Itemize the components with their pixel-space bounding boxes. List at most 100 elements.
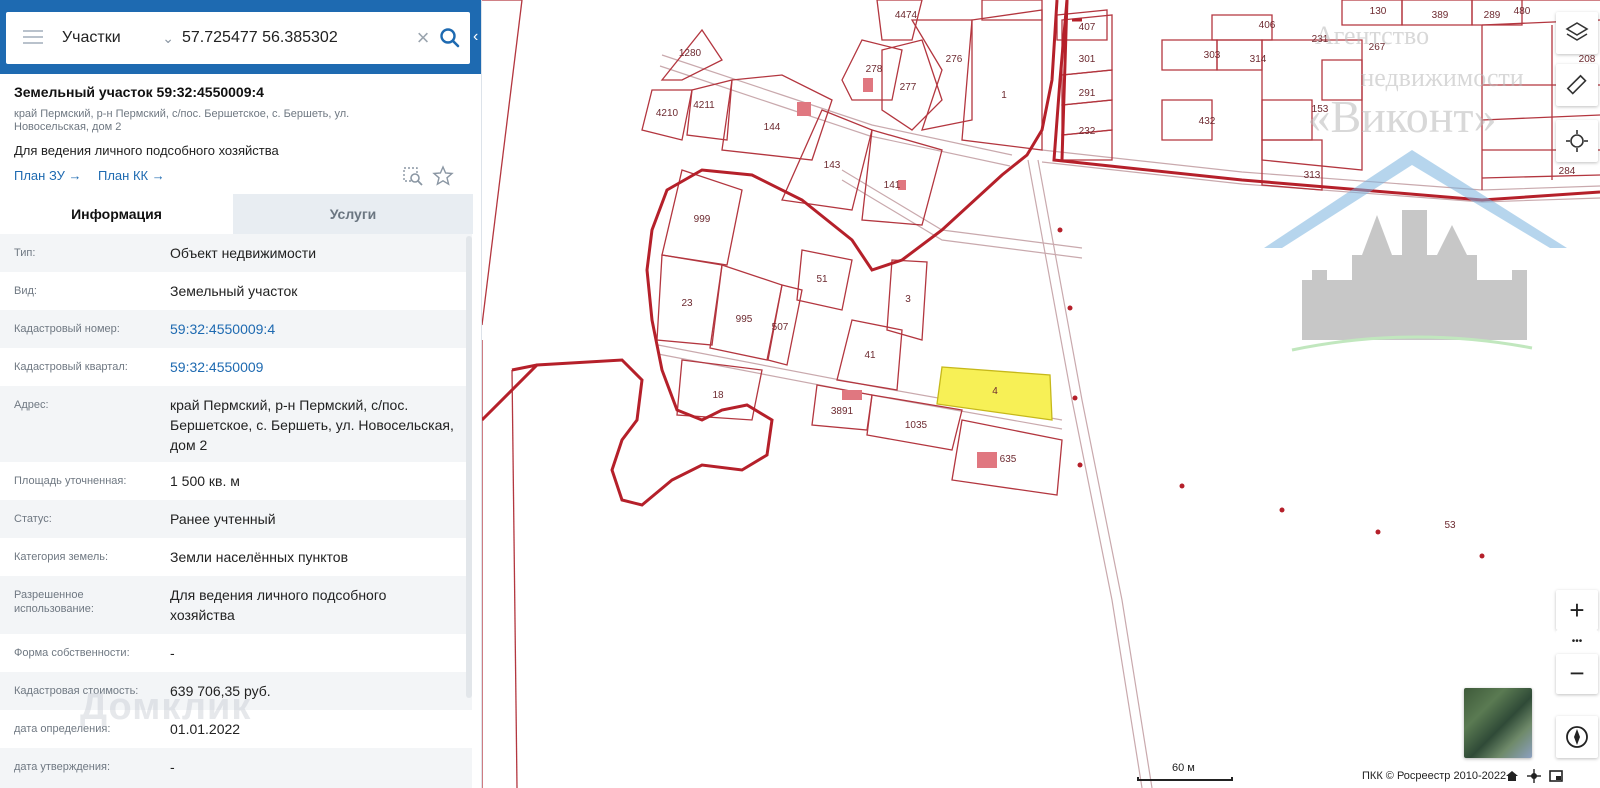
scale-bar [1137,777,1233,781]
parcel-label: 291 [1079,88,1096,99]
prop-key: Площадь уточненная: [14,475,127,487]
prop-row: Статус: Ранее учтенный [0,500,472,538]
parcel-label: 143 [824,160,841,171]
parcel-label: 4211 [693,100,715,111]
object-title: Земельный участок 59:32:4550009:4 [14,84,264,100]
prop-value: - [170,645,175,661]
zoom-in-button[interactable]: + [1556,590,1598,630]
cadastral-number-link[interactable]: 59:32:4550009:4 [170,319,460,339]
parcel-label: 4210 [656,108,679,119]
search-input[interactable] [182,26,402,50]
parcel-label: 23 [681,298,693,309]
parcel-label: 130 [1370,6,1387,17]
copyright: ПКК © Росреестр 2010-2022 [1362,770,1507,782]
crosshair-icon [1566,130,1588,152]
prop-key: Адрес: [14,399,49,411]
parcel-label: 289 [1484,10,1501,21]
satellite-minimap[interactable] [1464,688,1532,758]
search-box: Участки ⌄ × [6,12,470,64]
collapse-panel-icon[interactable]: ‹ [473,24,481,50]
star-icon[interactable] [432,165,454,187]
agency-name: «Виконт» [1307,91,1496,142]
prop-key: дата утверждения: [14,761,111,773]
parcel-label: 406 [1259,20,1276,31]
object-purpose: Для ведения личного подсобного хозяйства [14,143,279,158]
object-address: край Пермский, р-н Пермский, с/пос. Берш… [14,108,350,133]
parcel-label: 1280 [679,48,702,59]
menu-button[interactable] [20,26,46,50]
zoom-out-button[interactable]: − [1556,654,1598,694]
prop-row: Форма собственности: - [0,634,472,672]
prop-value: Ранее учтенный [170,511,276,527]
prop-row: Разрешенное использование: Для ведения л… [0,576,472,634]
parcel-label: 278 [866,64,883,75]
prop-row: дата утверждения: - [0,748,472,788]
map-canvas[interactable]: 480 4474 278 277 276 1 1280 4210 4211 14… [482,0,1600,788]
tab-info[interactable]: Информация [0,194,233,234]
parcel-label: 18 [712,390,724,401]
tab-services[interactable]: Услуги [233,194,473,234]
prop-key: Статус: [14,513,52,525]
compass-button[interactable] [1556,716,1598,758]
parcel-label: 480 [1514,6,1531,17]
layer-select[interactable]: Участки ⌄ [62,26,174,50]
fullscreen-icon[interactable] [1548,768,1564,784]
parcel-label: 995 [736,314,753,325]
parcel-label: 507 [772,322,789,333]
parcel-label: 301 [1079,54,1096,65]
target-icon[interactable] [1526,768,1542,784]
cadastral-quarter-link[interactable]: 59:32:4550009 [170,357,460,377]
chevron-down-icon: ⌄ [162,30,174,46]
cadastral-map[interactable]: 480 4474 278 277 276 1 1280 4210 4211 14… [482,0,1600,788]
home-icon[interactable] [1504,768,1520,784]
parcel-label: 999 [694,214,711,225]
parcel-label: 635 [1000,454,1017,465]
plan-kk-link[interactable]: План КК → [98,168,165,183]
parcel-label: 232 [1079,126,1096,137]
prop-value: Для ведения личного подсобного хозяйства [170,587,387,623]
more-button[interactable]: ••• [1556,630,1598,654]
parcel-label: 141 [884,180,901,191]
prop-row: Вид: Земельный участок [0,272,472,310]
parcel-label: 3891 [831,406,854,417]
ruler-button[interactable] [1556,64,1598,106]
parcel-label: 276 [946,54,963,65]
parcel-label: 51 [816,274,828,285]
prop-value: - [170,759,175,775]
parcel-label: 432 [1199,116,1216,127]
prop-row: Категория земель: Земли населённых пункт… [0,538,472,576]
prop-key: Категория земель: [14,551,109,563]
prop-key: Разрешенное использование: [14,589,94,615]
parcel-label: 303 [1204,50,1221,61]
parcel-label: 389 [1432,10,1449,21]
search-bar: Участки ⌄ × ‹ [0,0,481,74]
scale-label: 60 м [1172,762,1195,774]
parcel-label: 144 [764,122,781,133]
layer-select-value: Участки [62,29,121,46]
left-panel: Участки ⌄ × ‹ Земельный участок 59:32:45… [0,0,482,788]
compass-icon [1566,726,1588,748]
prop-value: Объект недвижимости [170,245,317,261]
prop-row: Кадастровый номер: 59:32:4550009:4 [0,310,472,348]
prop-value: Земли населённых пунктов [170,549,349,565]
scrollbar[interactable] [466,236,472,698]
prop-key: Форма собственности: [14,647,130,659]
parcel-label: 1 [1001,90,1007,101]
locate-button[interactable] [1556,120,1598,162]
clear-icon[interactable]: × [412,24,434,52]
parcel-label: 314 [1250,54,1267,65]
ruler-icon [1566,74,1587,95]
zoom-to-object-icon[interactable] [402,165,424,187]
prop-row: Тип: Объект недвижимости [0,234,472,272]
parcel-label: 313 [1304,170,1321,181]
prop-value: Земельный участок [170,283,298,299]
layers-button[interactable] [1556,12,1598,54]
parcel-label: 284 [1559,166,1576,177]
search-icon[interactable] [436,24,464,52]
agency-line2: недвижимости [1360,63,1523,92]
prop-row: Площадь уточненная: 1 500 кв. м [0,462,472,500]
parcel-label: 41 [864,350,876,361]
prop-key: Тип: [14,247,36,259]
prop-key: Вид: [14,285,37,297]
plan-zu-link[interactable]: План ЗУ → [14,168,82,183]
